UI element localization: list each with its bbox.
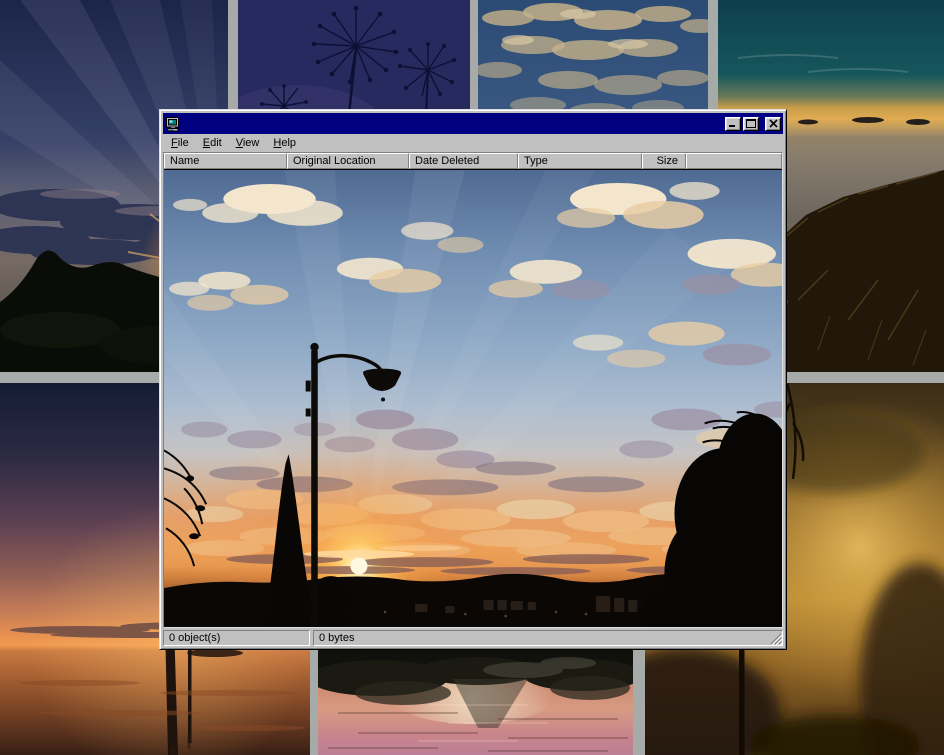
recycle-bin-window: File Edit View Help Name Original Locati… [159, 109, 787, 650]
close-button[interactable] [765, 117, 781, 131]
computer-icon[interactable] [165, 116, 181, 132]
column-header-original-location[interactable]: Original Location [287, 153, 409, 169]
resize-grip-icon[interactable] [770, 633, 782, 645]
column-header-name[interactable]: Name [164, 153, 287, 169]
column-header-row: Name Original Location Date Deleted Type… [164, 153, 782, 169]
maximize-button[interactable] [743, 117, 759, 131]
menu-view[interactable]: View [229, 135, 267, 152]
column-header-date-deleted[interactable]: Date Deleted [409, 153, 518, 169]
menu-edit[interactable]: Edit [196, 135, 229, 152]
menu-help[interactable]: Help [266, 135, 303, 152]
column-header-type[interactable]: Type [518, 153, 642, 169]
menubar: File Edit View Help [163, 134, 783, 152]
maximize-icon [746, 119, 756, 128]
titlebar[interactable] [163, 113, 783, 134]
menu-file[interactable]: File [164, 135, 196, 152]
status-size: 0 bytes [313, 630, 783, 646]
close-icon [769, 119, 778, 128]
minimize-button[interactable] [725, 117, 741, 131]
desktop: File Edit View Help Name Original Locati… [0, 0, 944, 755]
column-header-blank[interactable] [686, 153, 782, 169]
statusbar: 0 object(s) 0 bytes [163, 630, 783, 646]
status-object-count: 0 object(s) [163, 630, 310, 646]
file-list-view[interactable]: Name Original Location Date Deleted Type… [163, 152, 783, 628]
column-header-size[interactable]: Size [642, 153, 686, 169]
minimize-icon [728, 119, 738, 128]
sunset-streetlamp-photo [164, 169, 782, 627]
